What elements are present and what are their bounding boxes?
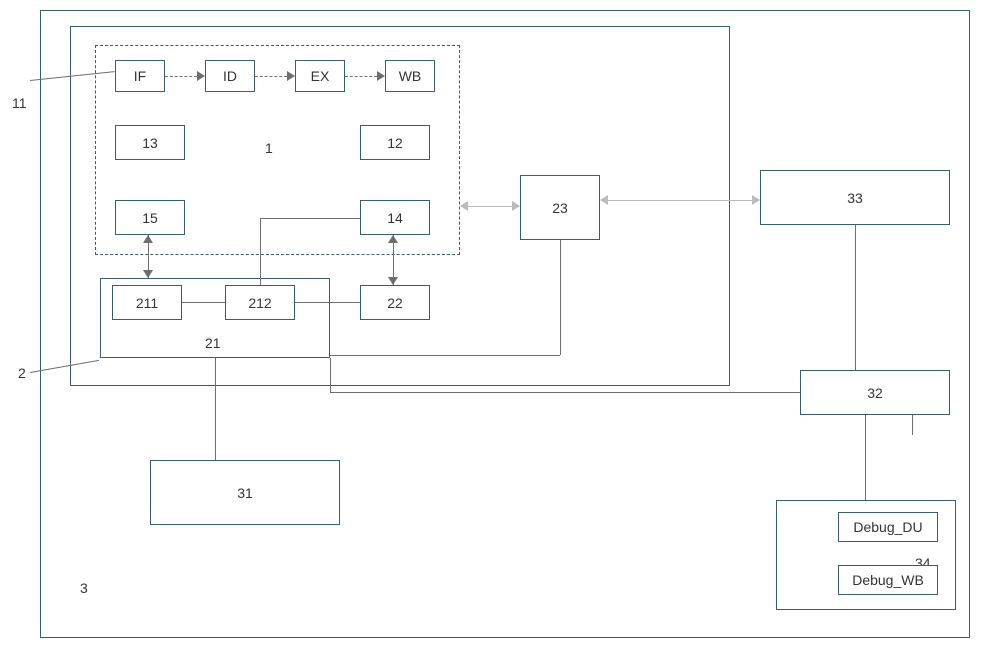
stage-if: IF (115, 60, 165, 92)
ah-21-down (143, 270, 153, 278)
conn-33-32 (855, 225, 856, 370)
conn-212-14-v (260, 218, 261, 285)
arrow-id-ex (255, 76, 287, 77)
conn-212-14-h (260, 218, 360, 219)
cell-32: 32 (800, 370, 950, 415)
conn-212-22 (295, 302, 360, 303)
cell-23: 23 (520, 175, 600, 240)
ah-23-right (512, 201, 520, 211)
label-21: 21 (205, 335, 221, 351)
stage-id: ID (205, 60, 255, 92)
ah-33r (752, 195, 760, 205)
label-1: 1 (265, 140, 273, 156)
ah-15-up (143, 235, 153, 243)
cell-212: 212 (225, 285, 295, 320)
conn-23-down (560, 240, 561, 355)
conn-211-212 (182, 302, 225, 303)
cell-15: 15 (115, 200, 185, 235)
arrow-if-id (165, 76, 197, 77)
ah-14-up (388, 235, 398, 243)
cell-debug-wb: Debug_WB (838, 565, 938, 595)
label-11: 11 (12, 95, 27, 111)
conn-23-33 (608, 200, 752, 201)
cell-33: 33 (760, 170, 950, 225)
conn-21-31 (215, 358, 216, 460)
label-2: 2 (18, 365, 26, 381)
conn-32-short (912, 415, 913, 435)
conn-32-34 (865, 415, 866, 500)
stage-ex: EX (295, 60, 345, 92)
cell-31: 31 (150, 460, 340, 525)
cell-211: 211 (112, 285, 182, 320)
arrowhead-ex-wb (377, 71, 385, 81)
cell-14: 14 (360, 200, 430, 235)
arrowhead-id-ex (287, 71, 295, 81)
conn-21-right (330, 355, 560, 356)
diagram-canvas: 3 1 IF ID EX WB 13 12 15 14 21 211 212 2… (0, 0, 1000, 648)
arrow-ex-wb (345, 76, 377, 77)
stage-wb: WB (385, 60, 435, 92)
cell-12: 12 (360, 125, 430, 160)
conn-21-down-short (330, 358, 331, 393)
conn-1-23 (468, 206, 512, 207)
label-3: 3 (80, 580, 88, 596)
conn-32-21-h (330, 392, 800, 393)
cell-debug-du: Debug_DU (838, 512, 938, 542)
ah-23l (600, 195, 608, 205)
arrowhead-if-id (197, 71, 205, 81)
cell-13: 13 (115, 125, 185, 160)
ah-1-left (460, 201, 468, 211)
ah-22-down (388, 277, 398, 285)
cell-22: 22 (360, 285, 430, 320)
